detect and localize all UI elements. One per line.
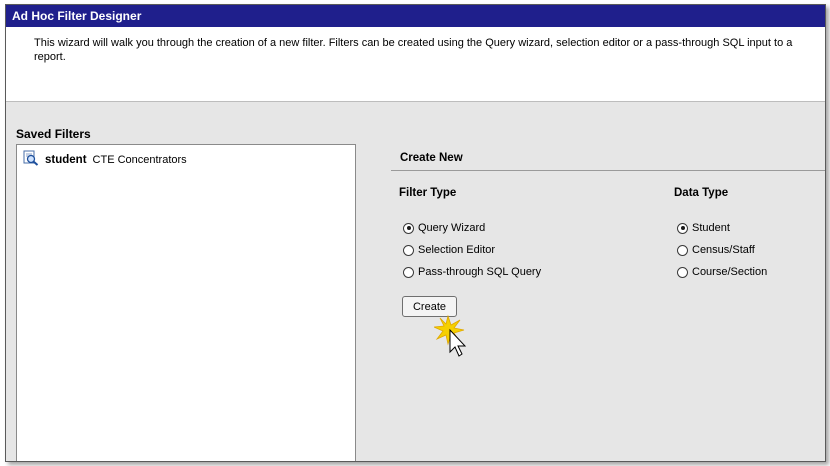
filter-designer-window: Ad Hoc Filter Designer This wizard will … <box>5 4 826 462</box>
radio-student[interactable]: Student <box>677 222 730 234</box>
radio-button[interactable] <box>403 222 414 234</box>
data-type-title: Data Type <box>674 187 729 199</box>
radio-button[interactable] <box>403 266 414 278</box>
radio-label: Course/Section <box>692 266 768 278</box>
window-title: Ad Hoc Filter Designer <box>6 5 825 27</box>
radio-button[interactable] <box>403 244 414 256</box>
radio-label: Query Wizard <box>418 222 486 234</box>
create-new-header: Create New <box>391 148 825 171</box>
intro-panel: This wizard will walk you through the cr… <box>6 27 825 102</box>
saved-filter-item[interactable]: student CTE Concentrators <box>23 150 187 169</box>
saved-filter-description: CTE Concentrators <box>92 153 187 166</box>
click-highlight-cursor-icon <box>432 314 474 363</box>
saved-filters-label: Saved Filters <box>16 127 91 141</box>
radio-button[interactable] <box>677 222 688 234</box>
radio-button[interactable] <box>677 266 688 278</box>
radio-query-wizard[interactable]: Query Wizard <box>403 222 485 234</box>
filter-type-title: Filter Type <box>399 187 457 199</box>
magnifier-icon <box>23 150 39 169</box>
saved-filters-list[interactable]: student CTE Concentrators <box>16 144 356 461</box>
radio-label: Selection Editor <box>418 244 496 256</box>
create-new-title: Create New <box>400 152 463 164</box>
radio-pass-through-sql[interactable]: Pass-through SQL Query <box>403 266 541 278</box>
radio-label: Pass-through SQL Query <box>418 266 542 278</box>
radio-label: Census/Staff <box>692 244 755 256</box>
intro-text: This wizard will walk you through the cr… <box>34 37 793 63</box>
radio-button[interactable] <box>677 244 688 256</box>
radio-selection-editor[interactable]: Selection Editor <box>403 244 495 256</box>
radio-label: Student <box>692 222 730 234</box>
radio-census-staff[interactable]: Census/Staff <box>677 244 755 256</box>
saved-filter-name: student <box>45 153 87 166</box>
radio-course-section[interactable]: Course/Section <box>677 266 767 278</box>
